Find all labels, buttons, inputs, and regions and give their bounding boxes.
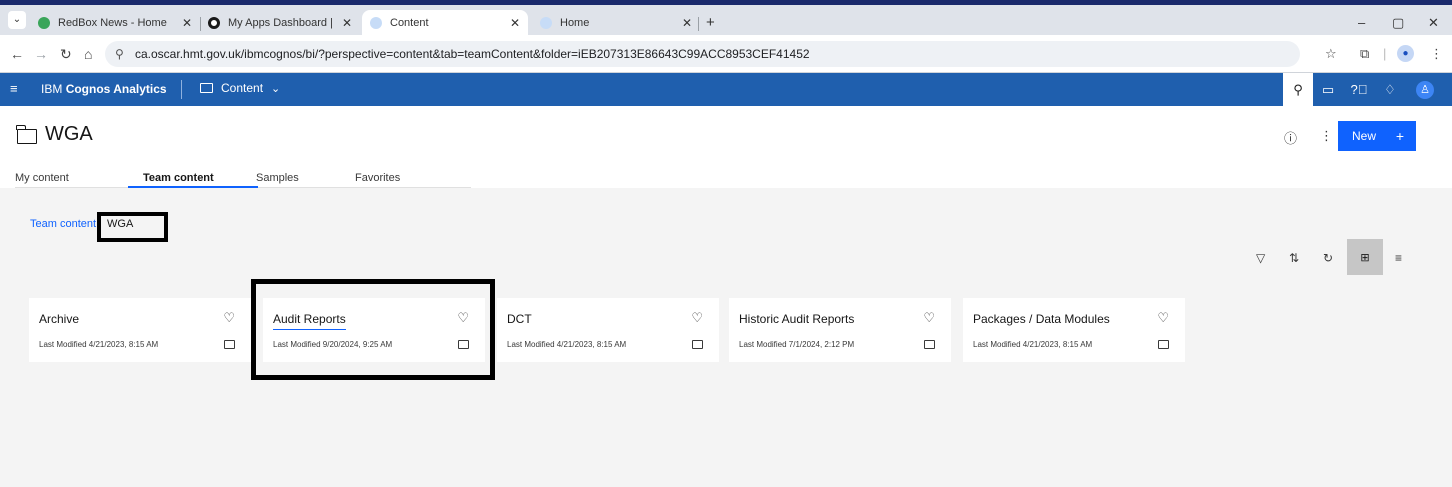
tab-search-chevron-icon[interactable]: ⌄ [8,11,26,29]
search-button[interactable]: ⚲ [1283,73,1313,106]
folder-icon [924,340,935,349]
bookmark-star-icon[interactable]: ☆ [1325,46,1337,62]
breadcrumb-team-content[interactable]: Team content [30,218,96,230]
cognos-favicon-icon [540,16,552,29]
content-menu-label: Content [221,81,264,95]
list-view-icon[interactable]: ≡ [1395,251,1402,265]
annotation-highlight-box [97,212,168,242]
chevron-down-icon: ⌄ [271,82,281,95]
site-settings-icon[interactable]: ⚲ [115,41,124,67]
tab-team-content[interactable]: Team content [143,172,214,184]
card-modified: Last Modified 4/21/2023, 8:15 AM [973,340,1093,349]
notification-icon: ♢ [1384,81,1396,97]
close-tab-icon[interactable]: ✕ [342,16,352,30]
grid-view-icon: ⊞ [1360,251,1370,264]
app-header: ≡ IBM Cognos Analytics Content ⌄ ⚲ ▭ ?⃝ … [0,73,1452,106]
card-modified: Last Modified 7/1/2024, 2:12 PM [739,340,855,349]
tab-samples[interactable]: Samples [256,172,299,184]
browser-tab-title: Content [390,16,429,29]
browser-tab-myapps[interactable]: My Apps Dashboard | oscar ✕ [200,10,360,35]
card-modified: Last Modified 4/21/2023, 8:15 AM [507,340,627,349]
folder-card-historic-audit-reports[interactable]: Historic Audit Reports ♡ Last Modified 7… [729,298,951,362]
cognos-favicon-icon [370,16,382,29]
close-tab-icon[interactable]: ✕ [682,16,692,30]
brand-name: Cognos Analytics [65,82,167,96]
user-menu-button[interactable]: ♙ [1410,73,1440,106]
content-menu-button[interactable]: Content ⌄ [200,81,280,95]
close-tab-icon[interactable]: ✕ [182,16,192,30]
new-button-label: New [1352,129,1377,143]
favorite-heart-icon[interactable]: ♡ [923,310,935,326]
close-window-icon[interactable]: ✕ [1428,15,1439,31]
address-bar[interactable]: ⚲ ca.oscar.hmt.gov.uk/ibmcognos/bi/?pers… [105,41,1300,67]
active-tab-indicator [128,186,258,188]
folder-card-packages-data-modules[interactable]: Packages / Data Modules ♡ Last Modified … [963,298,1185,362]
extensions-icon[interactable]: ⧉ [1360,46,1369,62]
chat-icon: ▭ [1321,81,1335,97]
more-options-icon[interactable]: ⋮ [1320,128,1333,144]
close-tab-icon[interactable]: ✕ [510,16,520,30]
annotation-highlight-box [251,279,495,380]
browser-tab-home[interactable]: Home ✕ [532,10,700,35]
brand-prefix: IBM [41,82,63,96]
plus-icon: + [1395,128,1404,144]
home-icon[interactable]: ⌂ [84,46,92,62]
folder-icon [224,340,235,349]
hamburger-menu-icon[interactable]: ≡ [10,81,18,96]
sort-icon[interactable]: ⇅ [1289,251,1299,265]
maximize-icon[interactable]: ▢ [1392,15,1404,31]
info-icon[interactable]: ⓘ [1284,128,1297,147]
browser-tab-redbox[interactable]: RedBox News - Home ✕ [30,10,200,35]
tab-my-content[interactable]: My content [15,172,69,184]
browser-tab-title: RedBox News - Home [58,16,167,29]
forward-icon[interactable]: → [34,46,48,62]
browser-menu-icon[interactable]: ⋮ [1430,46,1443,62]
content-tabs: My content Team content Samples Favorite… [15,166,471,188]
card-modified: Last Modified 4/21/2023, 8:15 AM [39,340,159,349]
app-brand: IBM Cognos Analytics [41,82,167,96]
url-text: ca.oscar.hmt.gov.uk/ibmcognos/bi/?perspe… [135,47,810,61]
filter-icon[interactable]: ▽ [1256,251,1265,265]
browser-tab-content[interactable]: Content ✕ [362,10,528,35]
new-button[interactable]: New + [1338,121,1416,151]
card-name[interactable]: Archive [39,312,79,326]
notifications-button[interactable]: ♢ [1375,73,1405,106]
favorite-heart-icon[interactable]: ♡ [223,310,235,326]
back-icon[interactable]: ← [10,46,24,62]
tab-favorites[interactable]: Favorites [355,172,400,184]
profile-avatar-icon[interactable]: ● [1397,45,1414,62]
browser-tab-strip: ⌄ RedBox News - Home ✕ My Apps Dashboard… [0,5,1452,35]
folder-icon [1158,340,1169,349]
browser-tab-title: My Apps Dashboard | oscar [228,16,336,29]
refresh-icon[interactable]: ↻ [1323,251,1333,265]
folder-card-archive[interactable]: Archive ♡ Last Modified 4/21/2023, 8:15 … [29,298,251,362]
user-icon: ♙ [1416,80,1434,99]
tab-divider [698,17,699,31]
favorite-heart-icon[interactable]: ♡ [691,310,703,326]
browser-tab-title: Home [560,16,590,29]
folder-card-dct[interactable]: DCT ♡ Last Modified 4/21/2023, 8:15 AM [497,298,719,362]
help-button[interactable]: ?⃝ [1344,73,1374,106]
folder-icon [16,125,37,144]
folder-icon [200,83,213,93]
card-name[interactable]: Packages / Data Modules [973,312,1110,326]
browser-toolbar: ← → ↻ ⌂ ⚲ ca.oscar.hmt.gov.uk/ibmcognos/… [0,35,1452,73]
redbox-favicon-icon [38,16,50,29]
reload-icon[interactable]: ↻ [60,46,72,63]
page-header: WGA ⓘ ⋮ New + My content Team content Sa… [0,106,1452,188]
okta-favicon-icon [208,16,220,29]
grid-view-button[interactable]: ⊞ [1347,239,1383,275]
card-name[interactable]: DCT [507,312,532,326]
chat-button[interactable]: ▭ [1313,73,1343,106]
folder-icon [692,340,703,349]
header-divider [181,80,182,99]
new-tab-icon[interactable]: + [706,14,715,31]
page-title: WGA [45,123,93,145]
toolbar-divider: | [1383,46,1387,61]
search-icon: ⚲ [1293,81,1303,97]
card-name[interactable]: Historic Audit Reports [739,312,854,326]
favorite-heart-icon[interactable]: ♡ [1157,310,1169,326]
help-icon: ?⃝ [1350,82,1368,97]
minimize-icon[interactable]: – [1358,15,1365,30]
